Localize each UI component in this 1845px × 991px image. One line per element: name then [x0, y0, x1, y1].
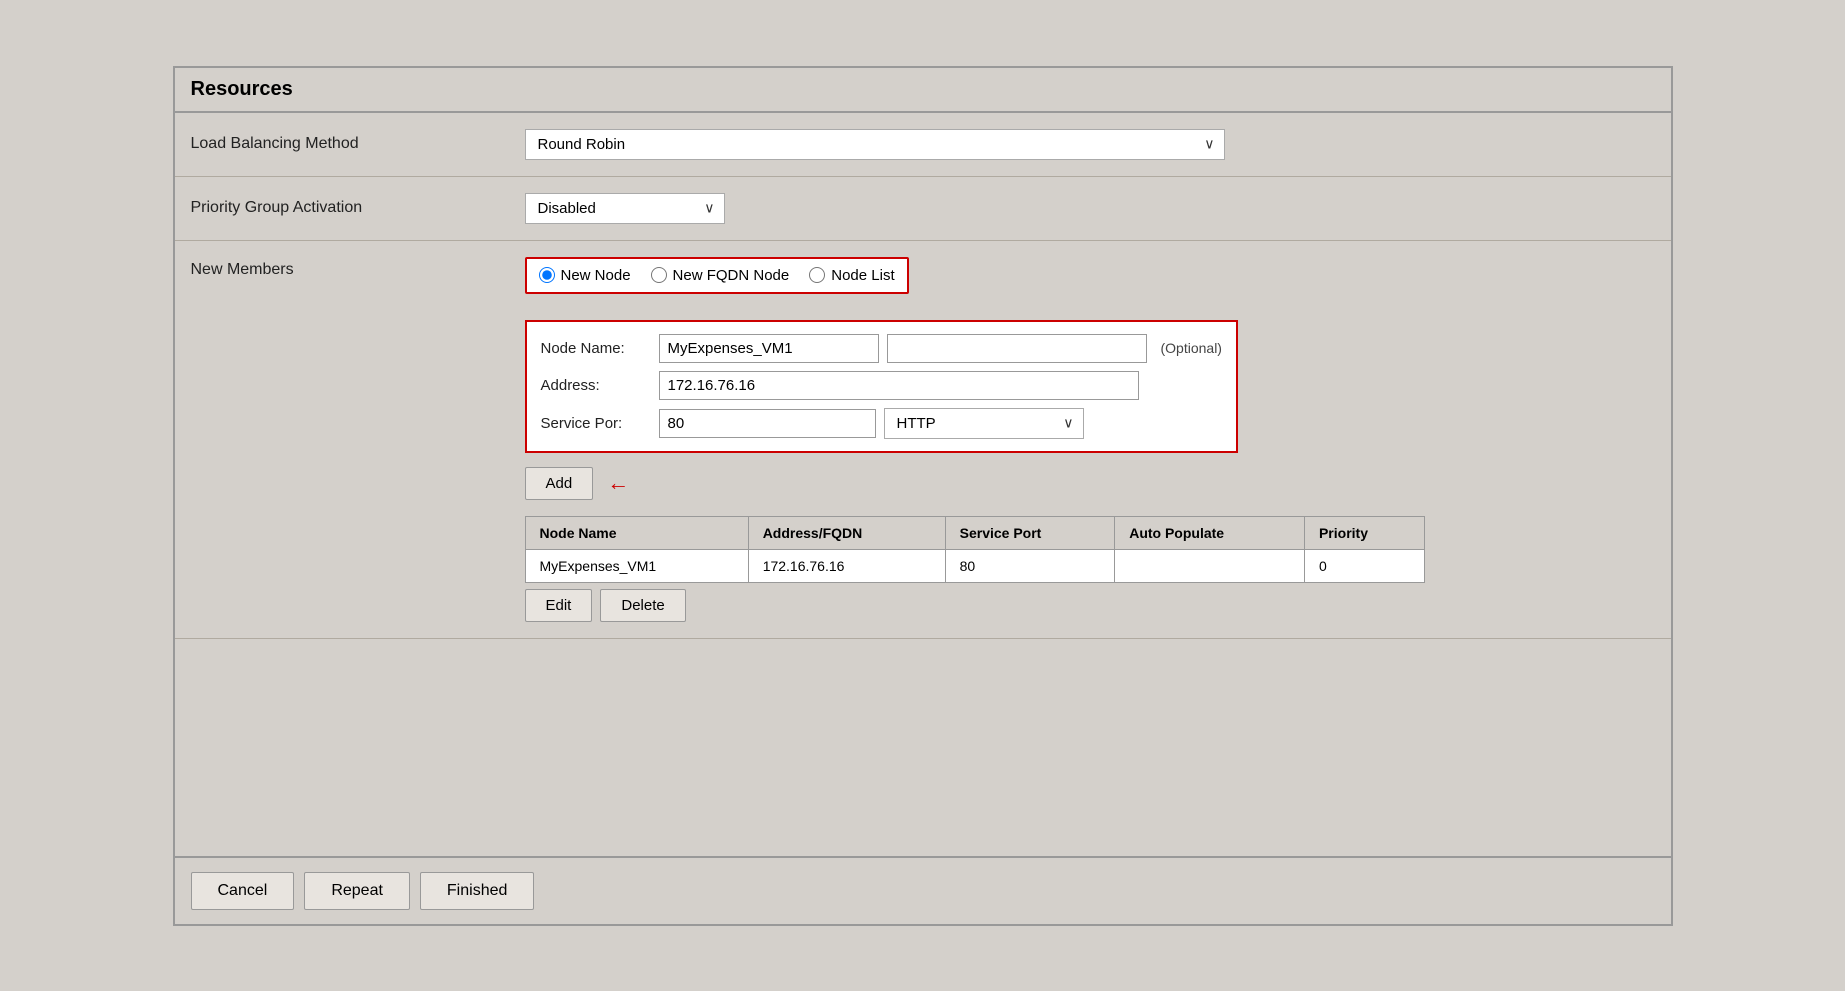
priority-group-control: Disabled Enabled [515, 189, 1671, 228]
add-button[interactable]: Add [525, 467, 594, 500]
load-balancing-select[interactable]: Round Robin Least Connections Fastest Ob… [525, 129, 1225, 160]
col-auto-populate: Auto Populate [1115, 516, 1305, 549]
col-priority: Priority [1304, 516, 1424, 549]
radio-node-list-option[interactable]: Node List [809, 267, 894, 284]
priority-group-select-wrapper: Disabled Enabled [525, 193, 725, 224]
page-title: Resources [175, 68, 1671, 113]
radio-new-fqdn-label: New FQDN Node [673, 267, 790, 284]
table-header-row: Node Name Address/FQDN Service Port Auto… [525, 516, 1424, 549]
footer: Cancel Repeat Finished [175, 856, 1671, 924]
radio-new-node-label: New Node [561, 267, 631, 284]
add-button-row: Add ← [525, 467, 1661, 500]
main-container: Resources Load Balancing Method Round Ro… [173, 66, 1673, 926]
node-name-input[interactable] [659, 334, 879, 363]
optional-text: (Optional) [1161, 340, 1222, 356]
radio-new-fqdn-option[interactable]: New FQDN Node [651, 267, 790, 284]
form-area: Load Balancing Method Round Robin Least … [175, 113, 1671, 856]
load-balancing-select-wrapper: Round Robin Least Connections Fastest Ob… [525, 129, 1225, 160]
table-header: Node Name Address/FQDN Service Port Auto… [525, 516, 1424, 549]
service-port-label: Service Por: [541, 415, 651, 432]
radio-group: New Node New FQDN Node Node List [525, 257, 909, 294]
radio-new-node[interactable] [539, 267, 555, 283]
node-form: Node Name: (Optional) Address: Service P… [525, 320, 1238, 453]
col-address: Address/FQDN [748, 516, 945, 549]
cell-node-name: MyExpenses_VM1 [525, 549, 748, 582]
service-port-input[interactable] [659, 409, 876, 438]
arrow-indicator: ← [607, 470, 629, 496]
new-members-label: New Members [175, 257, 515, 279]
service-port-protocol-select[interactable]: HTTP HTTPS FTP SMTP Custom [884, 408, 1084, 439]
priority-group-row: Priority Group Activation Disabled Enabl… [175, 177, 1671, 241]
address-label: Address: [541, 377, 651, 394]
table-actions: Edit Delete [525, 589, 1661, 622]
new-members-content: New Node New FQDN Node Node List [515, 257, 1671, 622]
service-port-protocol-wrapper: HTTP HTTPS FTP SMTP Custom [884, 408, 1084, 439]
radio-node-list-label: Node List [831, 267, 894, 284]
col-service-port: Service Port [945, 516, 1115, 549]
node-name-optional-input[interactable] [887, 334, 1147, 363]
address-input[interactable] [659, 371, 1139, 400]
delete-button[interactable]: Delete [600, 589, 685, 622]
radio-new-node-option[interactable]: New Node [539, 267, 631, 284]
table-row: MyExpenses_VM1 172.16.76.16 80 0 [525, 549, 1424, 582]
radio-group-container: New Node New FQDN Node Node List [525, 257, 1661, 308]
members-table: Node Name Address/FQDN Service Port Auto… [525, 516, 1425, 583]
finished-button[interactable]: Finished [420, 872, 534, 910]
load-balancing-control: Round Robin Least Connections Fastest Ob… [515, 125, 1671, 164]
service-port-row: Service Por: HTTP HTTPS FTP SMTP Custom [541, 408, 1222, 439]
cell-address: 172.16.76.16 [748, 549, 945, 582]
address-row: Address: [541, 371, 1222, 400]
load-balancing-row: Load Balancing Method Round Robin Least … [175, 113, 1671, 177]
cell-auto-populate [1115, 549, 1305, 582]
radio-node-list[interactable] [809, 267, 825, 283]
repeat-button[interactable]: Repeat [304, 872, 410, 910]
cancel-button[interactable]: Cancel [191, 872, 295, 910]
node-name-label: Node Name: [541, 340, 651, 357]
node-name-row: Node Name: (Optional) [541, 334, 1222, 363]
col-node-name: Node Name [525, 516, 748, 549]
priority-group-select[interactable]: Disabled Enabled [525, 193, 725, 224]
table-body: MyExpenses_VM1 172.16.76.16 80 0 [525, 549, 1424, 582]
cell-service-port: 80 [945, 549, 1115, 582]
load-balancing-label: Load Balancing Method [175, 135, 515, 153]
new-members-row: New Members New Node New FQDN Node [175, 241, 1671, 639]
edit-button[interactable]: Edit [525, 589, 593, 622]
priority-group-label: Priority Group Activation [175, 199, 515, 217]
radio-new-fqdn[interactable] [651, 267, 667, 283]
cell-priority: 0 [1304, 549, 1424, 582]
